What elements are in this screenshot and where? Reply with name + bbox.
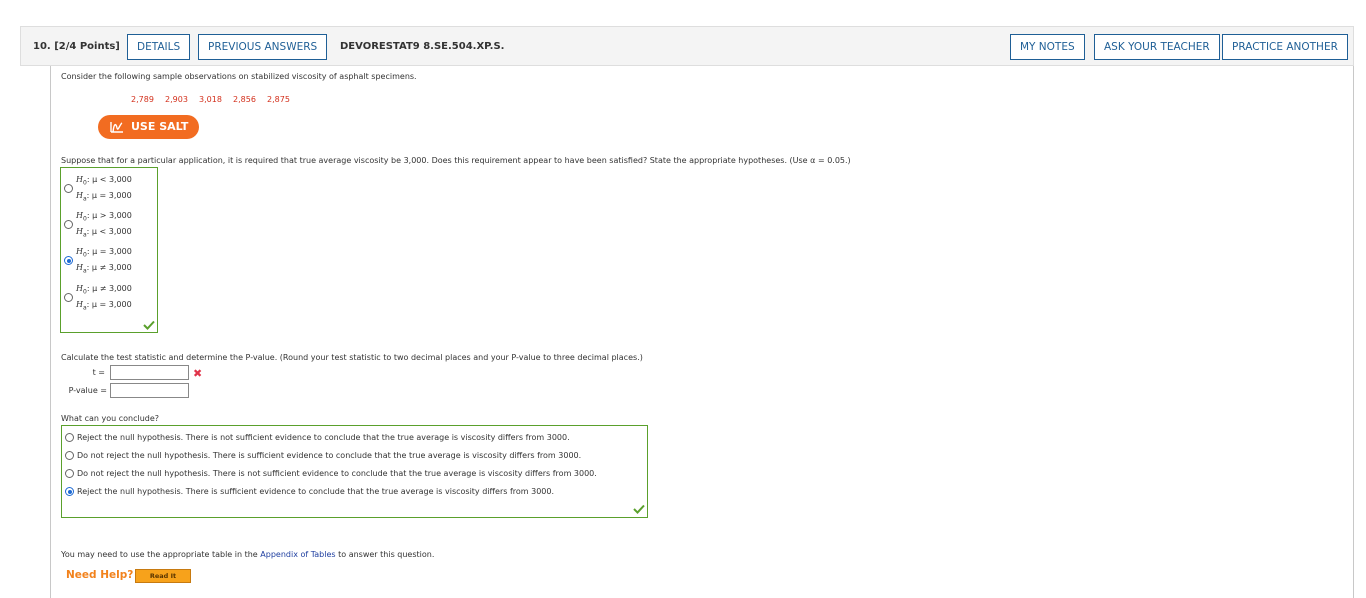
h0-value: μ > 3,000 [92,211,132,220]
observation-value: 3,018 [199,95,222,104]
appendix-of-tables-link[interactable]: Appendix of Tables [260,550,335,559]
salt-icon [110,122,123,133]
question-number: 10. [2/4 Points] [33,41,120,52]
hypothesis-prompt: Suppose that for a particular applicatio… [61,156,851,165]
conclusion-answer-box: Reject the null hypothesis. There is not… [61,425,648,518]
conclusion-option-radio[interactable] [65,451,74,460]
conclusion-option-radio[interactable] [65,433,74,442]
conclusion-option-text: Reject the null hypothesis. There is suf… [77,487,555,496]
h0-subscript: 0 [82,288,87,296]
use-salt-button[interactable]: USE SALT [98,115,199,139]
observation-value: 2,789 [131,95,154,104]
h0-value: μ ≠ 3,000 [92,284,132,293]
pvalue-label: P-value = [68,386,107,395]
problem-code: DEVORESTAT9 8.SE.504.XP.S. [340,41,505,52]
question-points: [2/4 Points] [54,41,120,52]
observation-value: 2,875 [267,95,290,104]
ha-statement: Ha: μ ≠ 3,000 [76,263,132,275]
need-help-label: Need Help? [66,569,134,581]
incorrect-x-icon: ✖ [193,367,203,380]
conclusion-option-radio[interactable] [65,469,74,478]
appendix-suffix: to answer this question. [338,550,435,559]
observation-value: 2,856 [233,95,256,104]
ha-symbol: H [76,191,83,200]
conclude-prompt: What can you conclude? [61,414,160,423]
details-button[interactable]: DETAILS [127,34,191,60]
h0-value: μ < 3,000 [92,175,132,184]
ha-statement: Ha: μ = 3,000 [76,191,132,203]
read-it-button[interactable]: Read It [135,569,191,583]
question-header: 10. [2/4 Points] DETAILS PREVIOUS ANSWER… [20,26,1354,66]
h0-symbol: H [76,175,83,184]
ha-value: μ ≠ 3,000 [91,263,132,272]
ha-subscript: a [82,304,87,312]
conclusion-option-radio-selected[interactable] [65,487,74,496]
conclusion-option-text: Do not reject the null hypothesis. There… [77,469,597,478]
hypothesis-option-radio-selected[interactable] [64,256,73,265]
previous-answers-button[interactable]: PREVIOUS ANSWERS [198,34,328,60]
hypotheses-answer-box: H0: μ < 3,000 Ha: μ = 3,000 H0: μ > 3,00… [60,167,158,333]
conclusion-option-text: Reject the null hypothesis. There is not… [77,433,570,442]
h0-statement: H0: μ < 3,000 [76,175,132,187]
pvalue-input[interactable] [110,383,189,398]
hypothesis-option-radio[interactable] [64,293,73,302]
ha-symbol: H [76,300,83,309]
h0-statement: H0: μ ≠ 3,000 [76,284,132,296]
question-number-text: 10. [33,41,51,52]
appendix-prefix: You may need to use the appropriate tabl… [61,550,258,559]
h0-subscript: 0 [82,215,87,223]
ha-subscript: a [82,195,87,203]
hypothesis-option-radio[interactable] [64,184,73,193]
ha-statement: Ha: μ < 3,000 [76,227,132,239]
hypothesis-option-radio[interactable] [64,220,73,229]
ha-value: μ = 3,000 [91,300,132,309]
h0-statement: H0: μ = 3,000 [76,247,132,259]
calc-prompt: Calculate the test statistic and determi… [61,353,643,362]
h0-symbol: H [76,284,83,293]
t-statistic-input[interactable] [110,365,189,380]
ask-your-teacher-button[interactable]: ASK YOUR TEACHER [1094,34,1220,60]
conclusion-option-text: Do not reject the null hypothesis. There… [77,451,582,460]
observation-value: 2,903 [165,95,188,104]
ha-subscript: a [82,231,87,239]
ha-symbol: H [76,263,83,272]
ha-value: μ < 3,000 [91,227,132,236]
t-label: t = [92,368,105,377]
ha-subscript: a [82,267,87,275]
h0-symbol: H [76,247,83,256]
intro-text: Consider the following sample observatio… [61,72,417,81]
my-notes-button[interactable]: MY NOTES [1010,34,1085,60]
h0-subscript: 0 [82,179,87,187]
appendix-note: You may need to use the appropriate tabl… [61,550,434,559]
question-content: Consider the following sample observatio… [50,66,1354,598]
h0-subscript: 0 [82,251,87,259]
h0-statement: H0: μ > 3,000 [76,211,132,223]
ha-symbol: H [76,227,83,236]
ha-statement: Ha: μ = 3,000 [76,300,132,312]
practice-another-button[interactable]: PRACTICE ANOTHER [1222,34,1348,60]
use-salt-label: USE SALT [131,120,189,133]
ha-value: μ = 3,000 [91,191,132,200]
h0-value: μ = 3,000 [92,247,132,256]
h0-symbol: H [76,211,83,220]
correct-check-icon [143,320,155,330]
correct-check-icon [633,504,645,514]
